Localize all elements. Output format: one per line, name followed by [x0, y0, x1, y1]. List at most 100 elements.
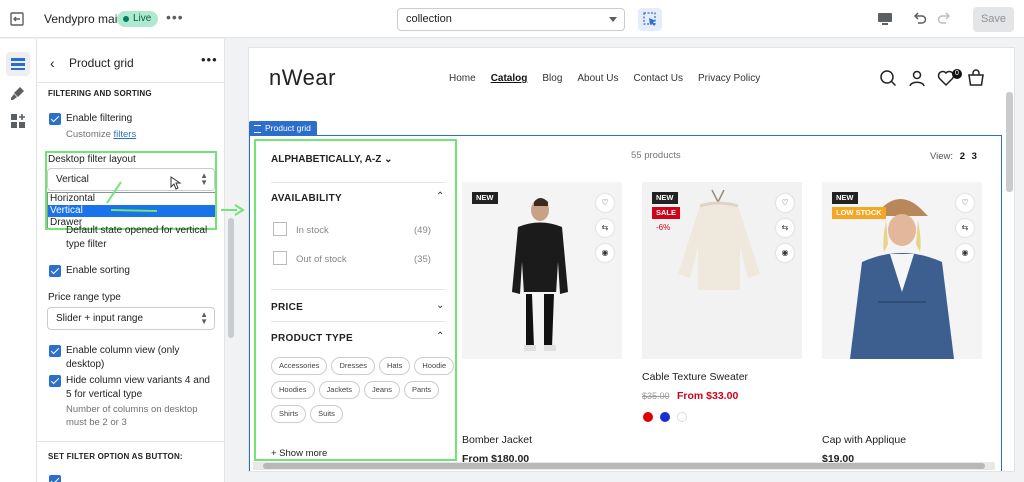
panel-scrollbar[interactable]: [228, 218, 234, 338]
nav-privacy[interactable]: Privacy Policy: [698, 73, 760, 84]
sections-button[interactable]: [6, 52, 30, 76]
select-cursor-icon: [643, 12, 656, 26]
chevron-down-icon: [609, 17, 617, 22]
chip-hoodies[interactable]: Hoodies: [271, 381, 315, 399]
chevron-up-icon[interactable]: ⌃: [436, 191, 444, 202]
availability-heading[interactable]: AVAILABILITY: [271, 193, 342, 204]
search-icon[interactable]: [879, 69, 897, 87]
store-name: Vendypro main: [44, 12, 125, 26]
exit-icon[interactable]: [8, 10, 26, 28]
wishlist-icon[interactable]: ♡: [776, 194, 794, 212]
chip-jeans[interactable]: Jeans: [363, 381, 400, 399]
product-type-heading[interactable]: PRODUCT TYPE: [271, 333, 353, 344]
out-of-stock-label: Out of stock: [296, 254, 347, 265]
nav-about[interactable]: About Us: [577, 73, 618, 84]
nav-catalog[interactable]: Catalog: [491, 73, 528, 84]
nav-contact[interactable]: Contact Us: [634, 73, 683, 84]
section-heading: FILTERING AND SORTING: [48, 89, 152, 98]
template-select[interactable]: collection: [397, 8, 625, 31]
sort-value: ALPHABETICALLY, A-Z: [271, 154, 382, 165]
nav-blog[interactable]: Blog: [542, 73, 562, 84]
price-range-select[interactable]: Slider + input range ▲ ▼: [47, 307, 215, 330]
color-swatch-red[interactable]: [643, 412, 653, 422]
quick-view-icon[interactable]: ◉: [776, 244, 794, 262]
view-2-columns[interactable]: 2: [960, 151, 965, 162]
main-nav: Home Catalog Blog About Us Contact Us Pr…: [449, 73, 760, 84]
more-options-icon[interactable]: •••: [166, 9, 184, 25]
divider: [271, 182, 446, 183]
inspector-button[interactable]: [638, 8, 662, 31]
apps-icon: [11, 114, 25, 128]
section-tag[interactable]: Product grid: [249, 121, 317, 135]
quick-view-icon[interactable]: ◉: [956, 244, 974, 262]
chip-hats[interactable]: Hats: [378, 357, 411, 375]
view-switcher: View: 2 3: [930, 151, 977, 162]
back-arrow-icon[interactable]: ‹: [50, 55, 55, 71]
wishlist-icon[interactable]: ♡: [956, 194, 974, 212]
hide-column-label: Hide column view variants 4 and 5 for ve…: [66, 375, 210, 400]
chip-jackets[interactable]: Jackets: [318, 381, 360, 399]
desktop-view-icon[interactable]: [876, 11, 894, 27]
wishlist-icon[interactable]: ♡: [596, 194, 614, 212]
filters-link[interactable]: filters: [114, 129, 137, 140]
more-options-icon[interactable]: •••: [201, 52, 218, 67]
save-button[interactable]: Save: [973, 7, 1014, 32]
out-of-stock-count: (35): [414, 254, 431, 265]
show-more-link[interactable]: + Show more: [271, 448, 327, 459]
chip-pants[interactable]: Pants: [403, 381, 440, 399]
divider: [37, 441, 224, 442]
in-stock-checkbox[interactable]: [273, 222, 287, 236]
enable-sorting-checkbox[interactable]: [49, 265, 61, 277]
undo-icon[interactable]: [912, 10, 928, 26]
nav-home[interactable]: Home: [449, 73, 476, 84]
compare-icon[interactable]: ⇆: [596, 219, 614, 237]
top-bar: Vendypro main Live ••• collection Save: [0, 0, 1024, 38]
chip-suits[interactable]: Suits: [310, 405, 343, 423]
horizontal-scrollbar[interactable]: [253, 462, 995, 470]
section-heading: SET FILTER OPTION AS BUTTON:: [48, 452, 183, 461]
scrollbar-thumb[interactable]: [263, 463, 985, 469]
color-swatch-blue[interactable]: [660, 412, 670, 422]
discount-label: -6%: [656, 223, 671, 232]
product-name[interactable]: Cap with Applique: [822, 434, 906, 446]
theme-settings-button[interactable]: [6, 81, 30, 105]
product-name[interactable]: Bomber Jacket: [462, 434, 532, 446]
chip-shirts[interactable]: Shirts: [271, 405, 307, 423]
low-stock-badge: LOW STOCK: [832, 207, 886, 219]
divider: [271, 321, 446, 322]
cart-icon[interactable]: [967, 69, 985, 87]
settings-panel: ‹ Product grid ••• FILTERING AND SORTING…: [37, 39, 225, 482]
enable-filtering-checkbox[interactable]: [49, 113, 61, 125]
chevron-down-icon[interactable]: ⌄: [436, 300, 444, 311]
new-badge: NEW: [832, 192, 858, 204]
chevron-up-icon[interactable]: ⌃: [436, 331, 444, 342]
annotation-arrowhead: [221, 204, 245, 216]
view-label: View:: [930, 151, 954, 162]
apps-button[interactable]: [6, 109, 30, 133]
compare-icon[interactable]: ⇆: [956, 219, 974, 237]
product-old-price: $35.00: [642, 391, 670, 401]
quick-view-icon[interactable]: ◉: [596, 244, 614, 262]
hide-column-checkbox[interactable]: [49, 375, 61, 387]
sort-dropdown[interactable]: ALPHABETICALLY, A-Z ⌄: [271, 154, 393, 165]
color-swatch-white[interactable]: [677, 412, 687, 422]
out-of-stock-checkbox[interactable]: [273, 251, 287, 265]
preview-scrollbar[interactable]: [1006, 92, 1013, 192]
compare-icon[interactable]: ⇆: [776, 219, 794, 237]
price-heading[interactable]: PRICE: [271, 302, 303, 313]
view-3-columns[interactable]: 3: [972, 151, 977, 162]
account-icon[interactable]: [908, 69, 926, 87]
product-name[interactable]: Cable Texture Sweater: [642, 371, 748, 383]
chip-dresses[interactable]: Dresses: [331, 357, 375, 375]
store-logo[interactable]: nWear: [269, 65, 336, 91]
redo-icon[interactable]: [936, 10, 952, 26]
filter-button-checkbox[interactable]: [49, 475, 61, 482]
column-view-label: Enable column view (only desktop): [66, 345, 180, 370]
column-view-checkbox[interactable]: [49, 345, 61, 357]
chip-accessories[interactable]: Accessories: [271, 357, 328, 375]
chip-hoodie[interactable]: Hoodie: [414, 357, 455, 375]
price-range-label: Price range type: [48, 292, 121, 303]
customize-prefix: Customize: [66, 129, 111, 140]
price-range-value: Slider + input range: [56, 313, 144, 324]
annotation-arrow: [106, 181, 158, 212]
